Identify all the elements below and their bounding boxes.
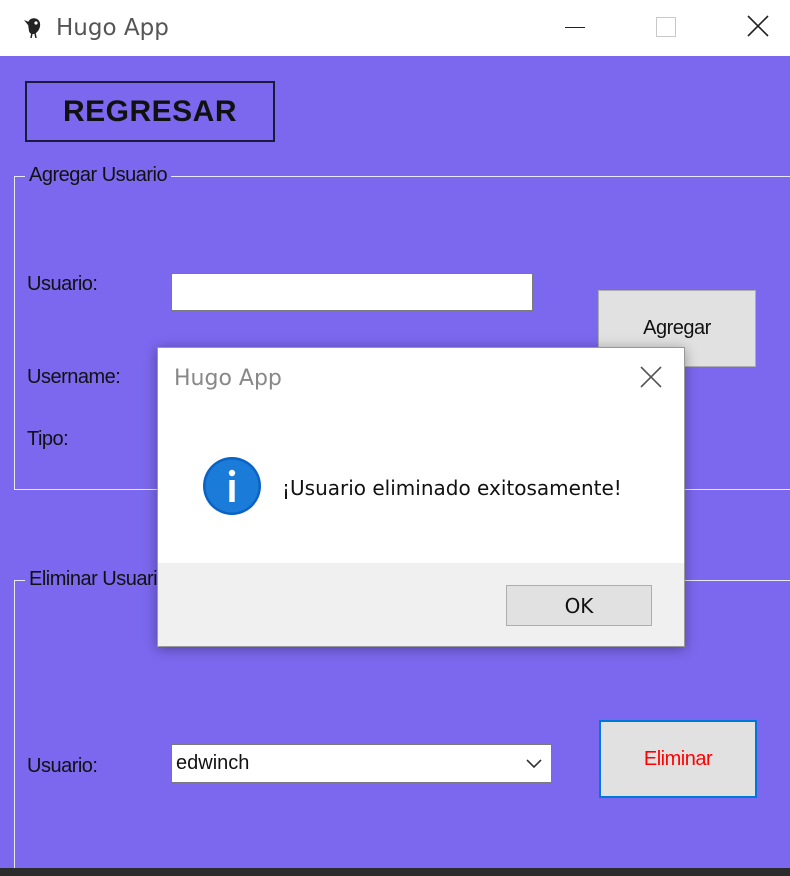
add-user-legend: Agregar Usuario [25,164,172,187]
close-icon [747,15,769,37]
dialog-title: Hugo App [174,366,282,391]
app-bird-icon [22,14,46,40]
taskbar-edge [0,868,790,876]
close-button[interactable] [712,0,790,56]
dialog-message: ¡Usuario eliminado exitosamente! [282,476,622,500]
usuario-input[interactable] [171,273,533,311]
tipo-label: Tipo: [27,428,69,450]
user-select-value: edwinch [176,752,250,774]
info-icon [203,457,261,515]
back-button[interactable]: REGRESAR [25,81,275,142]
delete-user-legend: Eliminar Usuario [25,568,172,591]
chevron-down-icon [526,759,542,769]
delete-button[interactable]: Eliminar [599,720,757,798]
dialog-close-icon[interactable] [640,366,662,388]
maximize-button[interactable] [620,0,712,56]
minimize-button[interactable] [530,0,622,56]
delete-usuario-label: Usuario: [27,755,98,777]
main-window: Hugo App REGRESAR Agregar Usuario Usuari… [0,0,790,868]
window-title: Hugo App [56,15,169,41]
title-bar[interactable]: Hugo App [0,0,790,56]
message-dialog: Hugo App ¡Usuario eliminado exitosamente… [157,347,685,647]
dialog-footer: OK [158,563,684,646]
username-label: Username: [27,366,121,388]
user-select[interactable]: edwinch [171,744,552,783]
add-usuario-label: Usuario: [27,273,98,295]
ok-button[interactable]: OK [506,585,652,626]
